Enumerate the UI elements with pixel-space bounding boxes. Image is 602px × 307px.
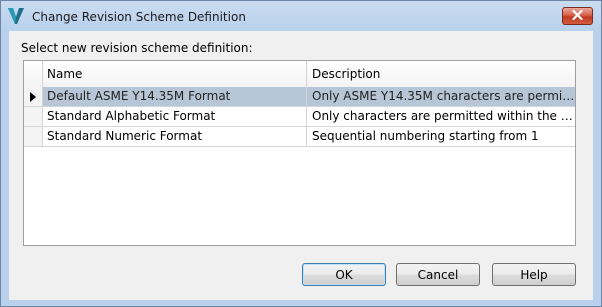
dialog-body: Select new revision scheme definition: N… (9, 31, 593, 300)
row-header[interactable] (24, 107, 43, 126)
table-row[interactable]: Standard Alphabetic Format Only characte… (24, 107, 575, 127)
cell-description[interactable]: Only characters are permitted within the… (307, 107, 575, 126)
row-header[interactable] (24, 127, 43, 146)
ok-button[interactable]: OK (302, 263, 386, 286)
column-header-name[interactable]: Name (43, 61, 307, 87)
row-header[interactable] (24, 87, 43, 106)
cell-name[interactable]: Standard Numeric Format (43, 127, 307, 146)
table-row[interactable]: Standard Numeric Format Sequential numbe… (24, 127, 575, 147)
close-icon (572, 9, 583, 23)
column-header-description[interactable]: Description (307, 61, 576, 87)
revision-scheme-grid[interactable]: Name Description Default ASME Y14.35M Fo… (23, 60, 576, 246)
cell-name[interactable]: Default ASME Y14.35M Format (43, 87, 307, 106)
cancel-button[interactable]: Cancel (396, 263, 480, 286)
cell-description[interactable]: Only ASME Y14.35M characters are permitt… (307, 87, 575, 106)
grid-header: Name Description (24, 61, 575, 88)
cell-description[interactable]: Sequential numbering starting from 1 (307, 127, 575, 146)
prompt-label: Select new revision scheme definition: (21, 41, 253, 55)
table-row[interactable]: Default ASME Y14.35M Format Only ASME Y1… (24, 87, 575, 107)
title-bar[interactable]: Change Revision Scheme Definition (1, 1, 601, 31)
row-header-corner (24, 61, 43, 87)
cell-name[interactable]: Standard Alphabetic Format (43, 107, 307, 126)
app-logo-icon (8, 8, 24, 24)
window-title: Change Revision Scheme Definition (32, 10, 246, 24)
dialog-window: Change Revision Scheme Definition Select… (0, 0, 602, 307)
close-button[interactable] (562, 7, 593, 25)
help-button[interactable]: Help (492, 263, 576, 286)
row-pointer-icon (30, 92, 36, 102)
